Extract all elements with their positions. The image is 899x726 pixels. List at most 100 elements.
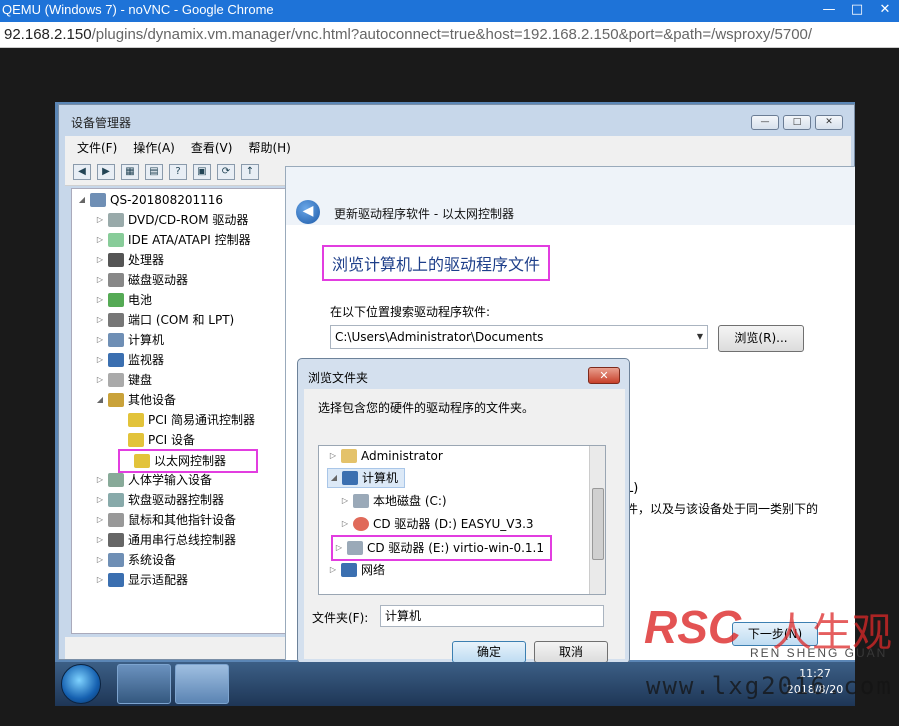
back-arrow-icon[interactable]: ◀ bbox=[73, 163, 91, 180]
warning-icon bbox=[128, 433, 144, 447]
tree-item-keyboard[interactable]: ▷ 键盘 bbox=[94, 370, 152, 390]
tree-item-pci-device[interactable]: PCI 设备 bbox=[114, 430, 195, 450]
address-bar[interactable]: 92.168.2.150/plugins/dynamix.vm.manager/… bbox=[0, 22, 899, 48]
chevron-down-icon[interactable]: ▼ bbox=[697, 326, 703, 348]
folder-label: 本地磁盘 (C:) bbox=[373, 494, 447, 508]
folder-label: Administrator bbox=[361, 449, 443, 463]
folder-label: CD 驱动器 (E:) virtio-win-0.1.1 bbox=[367, 541, 544, 555]
minimize-button[interactable]: — bbox=[815, 0, 843, 22]
local-disk-icon bbox=[353, 494, 369, 508]
cancel-button[interactable]: 取消 bbox=[534, 641, 608, 663]
menu-action[interactable]: 操作(A) bbox=[133, 139, 175, 156]
browse-dialog-body: 选择包含您的硬件的驱动程序的文件夹。 ▷ Administrator ◢ 计算机 ▷… bbox=[304, 389, 625, 663]
watermark-subtitle: REN SHENG GUAN bbox=[750, 646, 888, 660]
processor-icon bbox=[108, 253, 124, 267]
taskbar-item-control-panel[interactable] bbox=[117, 664, 171, 704]
folder-network[interactable]: ▷ 网络 bbox=[327, 560, 385, 580]
back-button[interactable]: ◀ bbox=[296, 200, 320, 224]
tree-item-processor[interactable]: ▷ 处理器 bbox=[94, 250, 164, 270]
folder-icon bbox=[341, 449, 357, 463]
tree-item-monitor[interactable]: ▷ 监视器 bbox=[94, 350, 164, 370]
tree-label: 软盘驱动器控制器 bbox=[128, 493, 225, 507]
menu-help[interactable]: 帮助(H) bbox=[248, 139, 290, 156]
tree-item-floppy[interactable]: ▷ 软盘驱动器控制器 bbox=[94, 490, 224, 510]
dm-close-button[interactable]: ✕ bbox=[815, 115, 843, 130]
close-button[interactable]: ✕ bbox=[871, 0, 899, 22]
computer-icon bbox=[90, 193, 106, 207]
network-icon bbox=[341, 563, 357, 577]
tree-root[interactable]: ◢ QS-201808201116 bbox=[76, 190, 223, 210]
port-icon bbox=[108, 313, 124, 327]
browser-title: QEMU (Windows 7) - noVNC - Google Chrome bbox=[0, 0, 899, 22]
unknown-device-icon bbox=[108, 393, 124, 407]
tree-item-other-devices[interactable]: ◢ 其他设备 bbox=[94, 390, 176, 410]
tree-label: 人体学输入设备 bbox=[128, 473, 213, 487]
tree-item-disk[interactable]: ▷ 磁盘驱动器 bbox=[94, 270, 188, 290]
tree-label: 处理器 bbox=[128, 253, 165, 267]
tree-label: 监视器 bbox=[128, 353, 165, 367]
tree-label: PCI 设备 bbox=[148, 433, 195, 447]
search-path-combobox[interactable]: C:\Users\Administrator\Documents ▼ bbox=[330, 325, 708, 349]
tree-label: 计算机 bbox=[128, 333, 165, 347]
folder-field-label: 文件夹(F): bbox=[312, 611, 369, 625]
tree-label: 系统设备 bbox=[128, 553, 177, 567]
folder-input[interactable]: 计算机 bbox=[380, 605, 604, 627]
menu-file[interactable]: 文件(F) bbox=[77, 139, 117, 156]
maximize-button[interactable]: □ bbox=[843, 0, 871, 22]
tree-item-computer[interactable]: ▷ 计算机 bbox=[94, 330, 164, 350]
option-description-partial: 件，以及与该设备处于同一类别下的 bbox=[626, 502, 819, 516]
tree-item-battery[interactable]: ▷ 电池 bbox=[94, 290, 152, 310]
start-button[interactable] bbox=[61, 664, 101, 704]
browse-dialog-title: 浏览文件夹 bbox=[308, 371, 369, 385]
update-driver-icon[interactable]: ↑ bbox=[241, 163, 259, 180]
dialog-close-button[interactable]: ✕ bbox=[588, 367, 620, 384]
folder-cd-drive-d[interactable]: ▷ CD 驱动器 (D:) EASYU_V3.3 bbox=[339, 514, 534, 534]
menu-view[interactable]: 查看(V) bbox=[191, 139, 233, 156]
forward-arrow-icon[interactable]: ▶ bbox=[97, 163, 115, 180]
tree-item-hid[interactable]: ▷ 人体学输入设备 bbox=[94, 470, 212, 490]
folder-cd-drive-e[interactable]: ▷ CD 驱动器 (E:) virtio-win-0.1.1 bbox=[331, 535, 552, 561]
scan-hardware-icon[interactable]: ⟳ bbox=[217, 163, 235, 180]
hid-icon bbox=[108, 473, 124, 487]
battery-icon bbox=[108, 293, 124, 307]
tree-item-display[interactable]: ▷ 显示适配器 bbox=[94, 570, 188, 590]
vertical-scrollbar[interactable] bbox=[589, 446, 605, 594]
tree-item-ports[interactable]: ▷ 端口 (COM 和 LPT) bbox=[94, 310, 234, 330]
folder-local-disk-c[interactable]: ▷ 本地磁盘 (C:) bbox=[339, 491, 447, 511]
folder-label: 计算机 bbox=[362, 471, 399, 485]
browse-description: 选择包含您的硬件的驱动程序的文件夹。 bbox=[318, 401, 535, 415]
watermark-url: www.lxg2016.com bbox=[646, 672, 893, 700]
ok-button[interactable]: 确定 bbox=[452, 641, 526, 663]
properties-icon[interactable]: ▤ bbox=[145, 163, 163, 180]
tree-item-ide[interactable]: ▷ IDE ATA/ATAPI 控制器 bbox=[94, 230, 251, 250]
browse-button[interactable]: 浏览(R)... bbox=[718, 325, 804, 352]
folder-computer[interactable]: ◢ 计算机 bbox=[327, 468, 406, 488]
warning-icon bbox=[134, 454, 150, 468]
cd-drive-icon bbox=[353, 517, 369, 531]
tree-item-pci-comm[interactable]: PCI 简易通讯控制器 bbox=[114, 410, 255, 430]
help-icon[interactable]: ? bbox=[169, 163, 187, 180]
page-heading: 浏览计算机上的驱动程序文件 bbox=[322, 245, 551, 281]
tree-label: 磁盘驱动器 bbox=[128, 273, 189, 287]
tree-label: 鼠标和其他指针设备 bbox=[128, 513, 237, 527]
tree-item-dvd[interactable]: ▷ DVD/CD-ROM 驱动器 bbox=[94, 210, 248, 230]
tree-item-system[interactable]: ▷ 系统设备 bbox=[94, 550, 176, 570]
dm-maximize-button[interactable]: □ bbox=[783, 115, 811, 130]
tree-view-icon[interactable]: ▦ bbox=[121, 163, 139, 180]
scrollbar-thumb[interactable] bbox=[592, 488, 604, 560]
console-icon[interactable]: ▣ bbox=[193, 163, 211, 180]
floppy-controller-icon bbox=[108, 493, 124, 507]
folder-label: 网络 bbox=[361, 563, 386, 577]
usb-icon bbox=[108, 533, 124, 547]
dm-minimize-button[interactable]: — bbox=[751, 115, 779, 130]
path-value: C:\Users\Administrator\Documents bbox=[335, 330, 544, 344]
taskbar-item-device-manager[interactable] bbox=[175, 664, 229, 704]
tree-item-usb[interactable]: ▷ 通用串行总线控制器 bbox=[94, 530, 236, 550]
system-device-icon bbox=[108, 553, 124, 567]
mouse-icon bbox=[108, 513, 124, 527]
folder-administrator[interactable]: ▷ Administrator bbox=[327, 446, 443, 466]
disk-drive-icon bbox=[108, 273, 124, 287]
tree-label: IDE ATA/ATAPI 控制器 bbox=[128, 233, 251, 247]
monitor-icon bbox=[108, 353, 124, 367]
tree-item-mouse[interactable]: ▷ 鼠标和其他指针设备 bbox=[94, 510, 236, 530]
